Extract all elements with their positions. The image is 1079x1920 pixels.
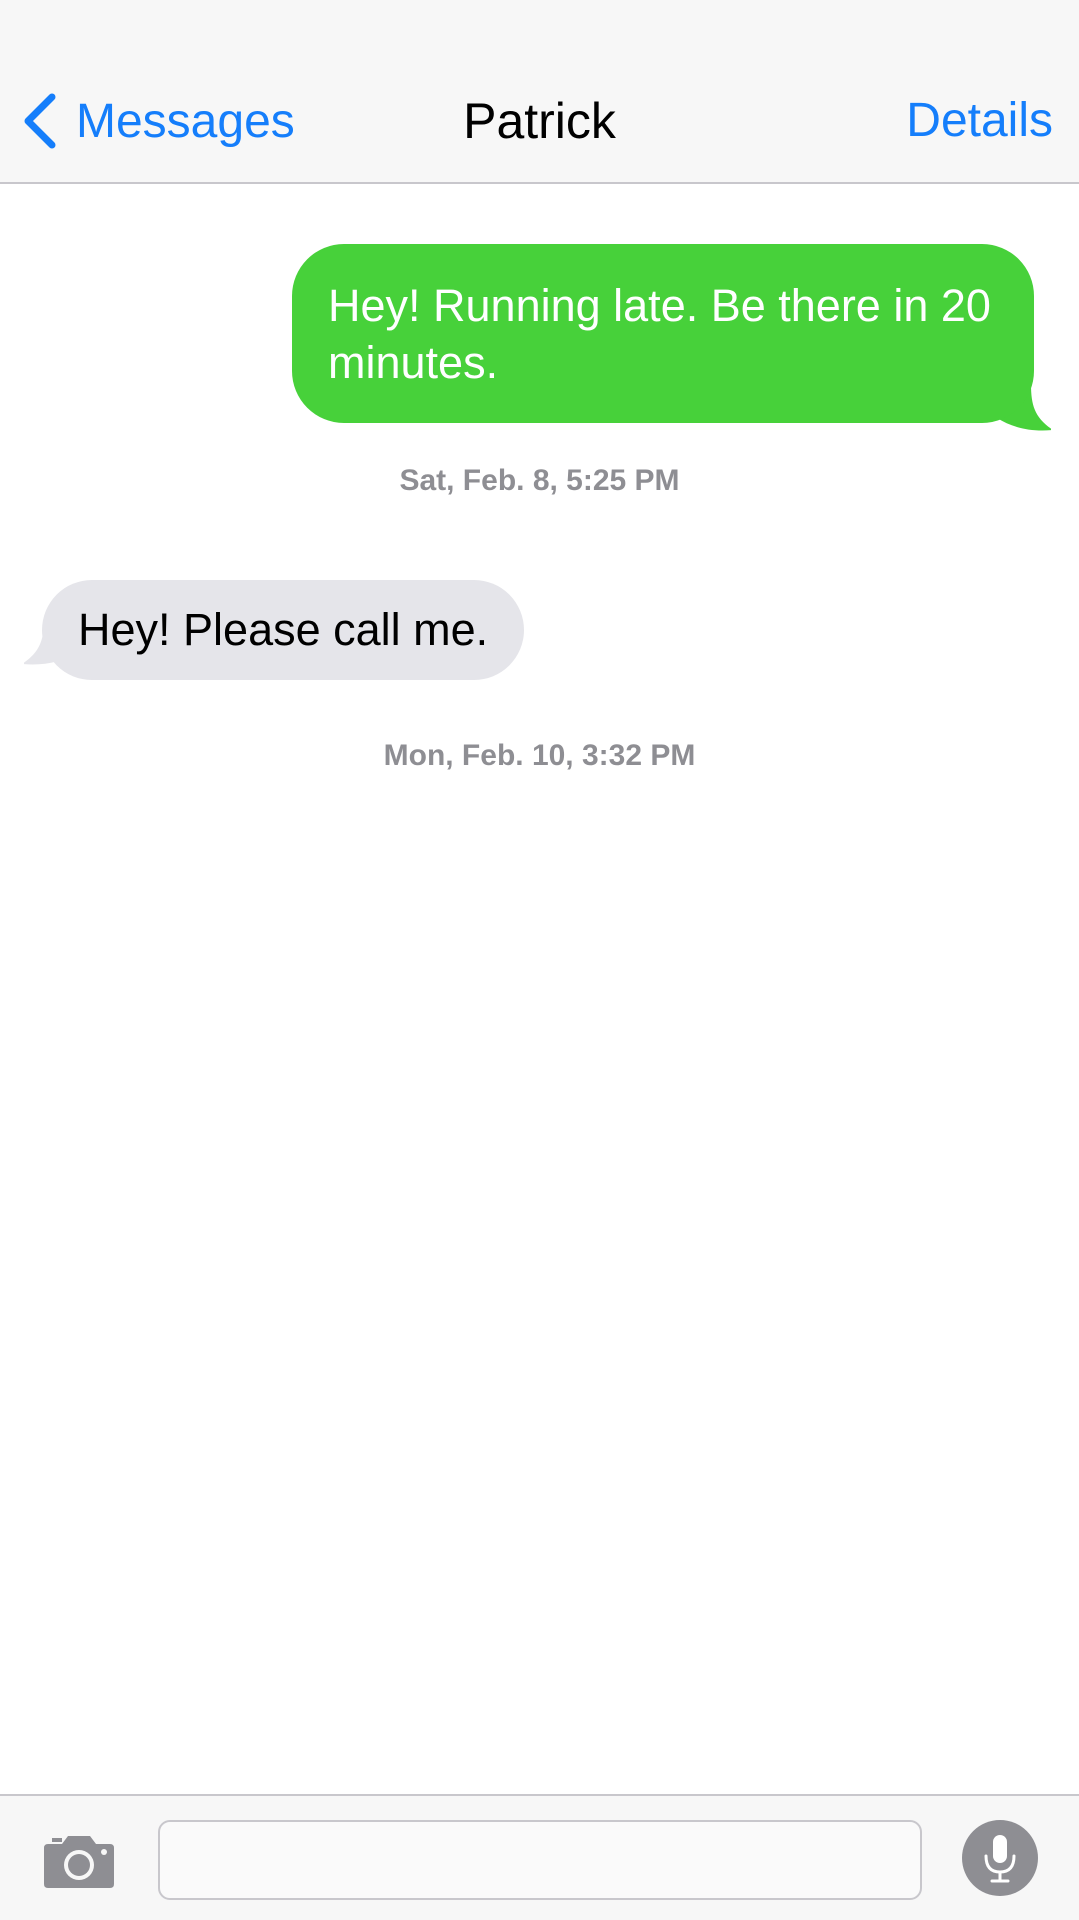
microphone-icon bbox=[984, 1835, 1016, 1883]
details-button[interactable]: Details bbox=[906, 88, 1053, 154]
outgoing-message-bubble[interactable]: Hey! Running late. Be there in 20 minute… bbox=[292, 244, 1034, 423]
message-input[interactable] bbox=[158, 1820, 922, 1900]
message-timestamp: Mon, Feb. 10, 3:32 PM bbox=[383, 739, 696, 772]
navigation-bar: Messages Patrick Details bbox=[0, 0, 1079, 184]
microphone-button[interactable] bbox=[962, 1820, 1038, 1896]
message-thread[interactable]: Hey! Running late. Be there in 20 minute… bbox=[0, 184, 1079, 1794]
incoming-message-bubble[interactable]: Hey! Please call me. bbox=[42, 580, 525, 680]
message-timestamp: Sat, Feb. 8, 5:25 PM bbox=[399, 464, 680, 497]
camera-icon[interactable] bbox=[42, 1832, 116, 1888]
compose-toolbar bbox=[0, 1794, 1079, 1920]
